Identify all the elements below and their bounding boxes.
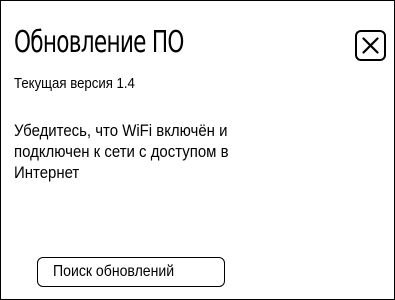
update-dialog: Обновление ПО Текущая версия 1.4 Убедите… bbox=[0, 0, 395, 300]
current-version: Текущая версия 1.4 bbox=[14, 75, 135, 92]
wifi-message-line: Убедитесь, что WiFi включён и bbox=[14, 121, 228, 140]
close-icon bbox=[362, 37, 379, 54]
search-updates-button[interactable]: Поиск обновлений bbox=[37, 257, 225, 287]
close-button[interactable] bbox=[355, 30, 386, 61]
dialog-title: Обновление ПО bbox=[14, 25, 184, 60]
search-updates-label: Поиск обновлений bbox=[53, 263, 175, 280]
wifi-message-line: Интернет bbox=[14, 163, 80, 182]
wifi-message-line: подключен к сети с доступом в bbox=[14, 142, 229, 161]
wifi-message: Убедитесь, что WiFi включён и подключен … bbox=[14, 120, 313, 183]
